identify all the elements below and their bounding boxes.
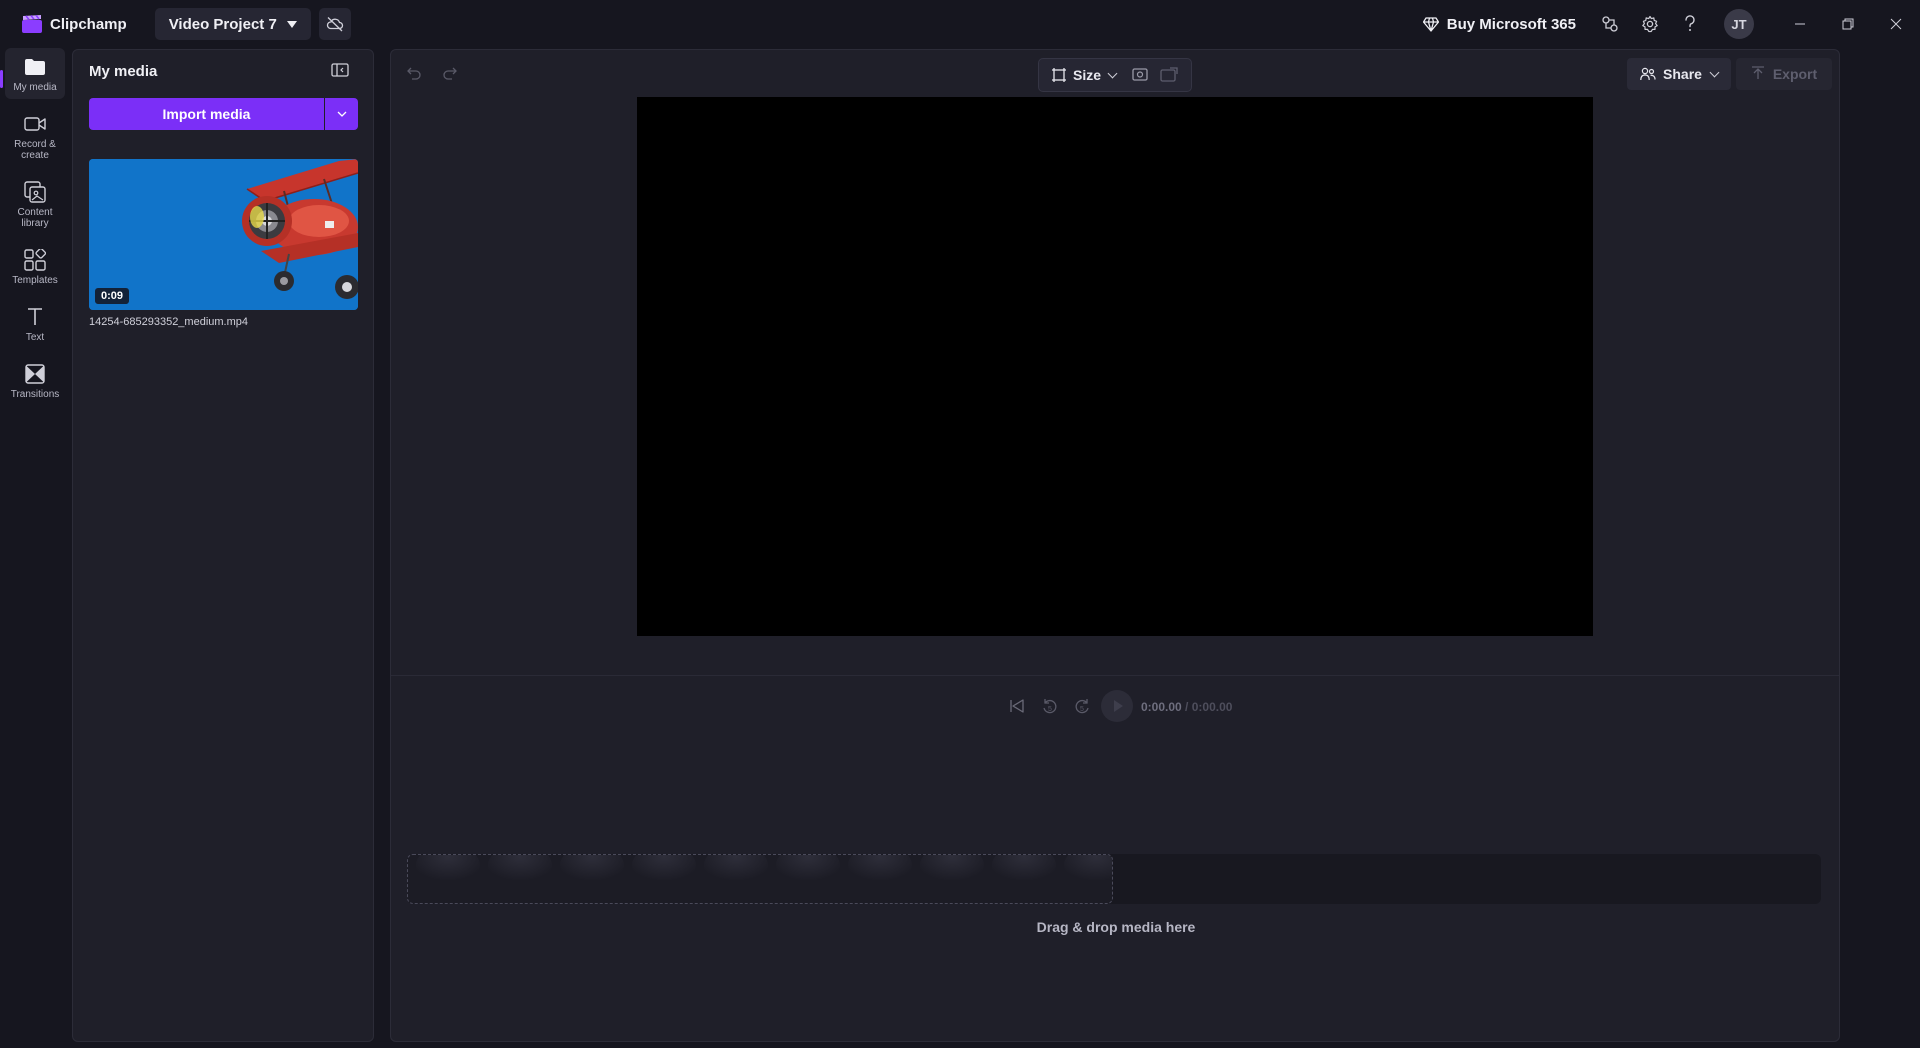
nav-label: Content library xyxy=(17,207,53,229)
upload-icon xyxy=(1751,66,1764,79)
forward-icon: 5 xyxy=(1075,699,1089,714)
rewind-seconds-label: 5 xyxy=(1048,706,1052,713)
collapse-panel-icon xyxy=(331,63,349,77)
close-icon xyxy=(1890,18,1902,30)
nav-label: Transitions xyxy=(10,389,60,400)
forward-seconds-label: 5 xyxy=(1080,706,1084,713)
nav-content-library[interactable]: Content library xyxy=(5,173,65,235)
biplane-thumbnail-image xyxy=(89,159,358,310)
layout-icon xyxy=(1160,67,1178,82)
chevron-down-icon xyxy=(1107,68,1118,78)
buy-label: Buy Microsoft 365 xyxy=(1446,15,1576,33)
forward-5-seconds-button[interactable]: 5 xyxy=(1072,697,1094,719)
import-options-button[interactable] xyxy=(325,98,358,130)
background-button[interactable] xyxy=(1128,62,1154,88)
connections-button[interactable] xyxy=(1596,10,1624,38)
templates-icon xyxy=(24,249,46,271)
user-avatar[interactable]: JT xyxy=(1724,9,1754,39)
cloud-off-icon xyxy=(326,17,343,32)
aspect-ratio-size-button[interactable]: Size xyxy=(1039,59,1118,91)
nav-transitions[interactable]: Transitions xyxy=(5,355,65,406)
close-window-button[interactable] xyxy=(1872,0,1920,48)
timeline-drop-zone[interactable] xyxy=(407,854,1113,904)
settings-button[interactable] xyxy=(1636,10,1664,38)
library-icon xyxy=(24,181,46,203)
skip-to-start-icon xyxy=(1010,699,1024,713)
play-button[interactable] xyxy=(1101,690,1133,722)
size-label: Size xyxy=(1073,67,1102,83)
app-name: Clipchamp xyxy=(50,15,127,33)
preview-toolbar: Size xyxy=(1038,58,1192,92)
redo-button[interactable] xyxy=(441,63,463,85)
background-icon xyxy=(1132,68,1148,81)
restore-icon xyxy=(1842,18,1854,30)
play-icon xyxy=(1114,700,1123,712)
media-duration: 0:09 xyxy=(95,288,130,304)
export-button[interactable]: Export xyxy=(1736,58,1832,90)
timeline-track[interactable] xyxy=(407,854,1821,904)
nav-templates[interactable]: Templates xyxy=(5,241,65,292)
current-time: 0:00.00 xyxy=(1141,700,1182,714)
transitions-icon xyxy=(24,363,46,385)
video-preview-canvas[interactable] xyxy=(637,97,1593,636)
skip-to-start-button[interactable] xyxy=(1008,697,1030,719)
rewind-5-seconds-button[interactable]: 5 xyxy=(1040,697,1062,719)
undo-icon xyxy=(407,67,421,80)
title-bar: Clipchamp Video Project 7 Buy Microsoft … xyxy=(0,0,1920,48)
cloud-sync-button[interactable] xyxy=(318,8,351,40)
total-time: 0:00.00 xyxy=(1191,700,1233,714)
clipchamp-logo-icon xyxy=(22,15,42,33)
help-icon xyxy=(1685,15,1695,31)
buy-microsoft-365-button[interactable]: Buy Microsoft 365 xyxy=(1422,15,1576,33)
media-panel: My media Import media 0:09 14254-6852933… xyxy=(72,49,374,1042)
media-thumbnail[interactable]: 0:09 xyxy=(89,159,358,310)
chevron-down-icon xyxy=(337,111,346,117)
nav-my-media[interactable]: My media xyxy=(0,48,65,99)
caret-down-icon xyxy=(286,20,297,28)
media-panel-title: My media xyxy=(89,63,158,80)
nav-label: Record & create xyxy=(14,139,56,161)
drag-drop-hint: Drag & drop media here xyxy=(1036,919,1196,935)
minimize-icon xyxy=(1795,23,1805,25)
nav-label: My media xyxy=(13,82,57,93)
camera-icon xyxy=(24,113,46,135)
editor-area: Size Share Export 5 5 0:00.00 / 0:00.00 … xyxy=(390,49,1840,1042)
collapse-panel-button[interactable] xyxy=(331,62,353,80)
share-button[interactable]: Share xyxy=(1627,58,1731,90)
share-label: Share xyxy=(1663,66,1702,82)
empty-clip-placeholder xyxy=(416,855,1112,885)
brand: Clipchamp xyxy=(22,0,127,48)
layout-button[interactable] xyxy=(1156,62,1182,88)
undo-button[interactable] xyxy=(405,63,427,85)
rewind-icon: 5 xyxy=(1043,699,1057,714)
nav-record-create[interactable]: Record & create xyxy=(5,105,65,167)
time-separator: / xyxy=(1181,700,1192,714)
chevron-down-icon xyxy=(1709,67,1720,77)
project-name: Video Project 7 xyxy=(168,15,277,33)
minimize-button[interactable] xyxy=(1776,0,1824,48)
title-bar-actions: Buy Microsoft 365 JT xyxy=(1422,0,1920,48)
diamond-icon xyxy=(1422,16,1439,32)
preview-divider xyxy=(391,675,1839,676)
redo-icon xyxy=(443,67,457,80)
restore-button[interactable] xyxy=(1824,0,1872,48)
nav-text[interactable]: Text xyxy=(5,298,65,349)
export-label: Export xyxy=(1772,66,1818,82)
folder-icon xyxy=(24,56,46,78)
text-icon xyxy=(24,306,46,328)
project-name-button[interactable]: Video Project 7 xyxy=(154,8,311,40)
left-navigation: My media Record & create Content library… xyxy=(0,48,70,412)
nav-label: Templates xyxy=(12,275,58,286)
resize-icon xyxy=(1052,68,1066,82)
import-media-button[interactable]: Import media xyxy=(89,98,324,130)
connections-icon xyxy=(1602,16,1618,32)
playback-controls: 5 5 0:00.00 / 0:00.00 xyxy=(391,688,1839,726)
settings-icon xyxy=(1642,15,1658,33)
help-button[interactable] xyxy=(1676,10,1704,38)
nav-label: Text xyxy=(25,332,45,343)
playback-time: 0:00.00 / 0:00.00 xyxy=(1141,700,1232,714)
media-filename: 14254-685293352_medium.mp4 xyxy=(89,316,249,328)
people-icon xyxy=(1640,67,1656,81)
